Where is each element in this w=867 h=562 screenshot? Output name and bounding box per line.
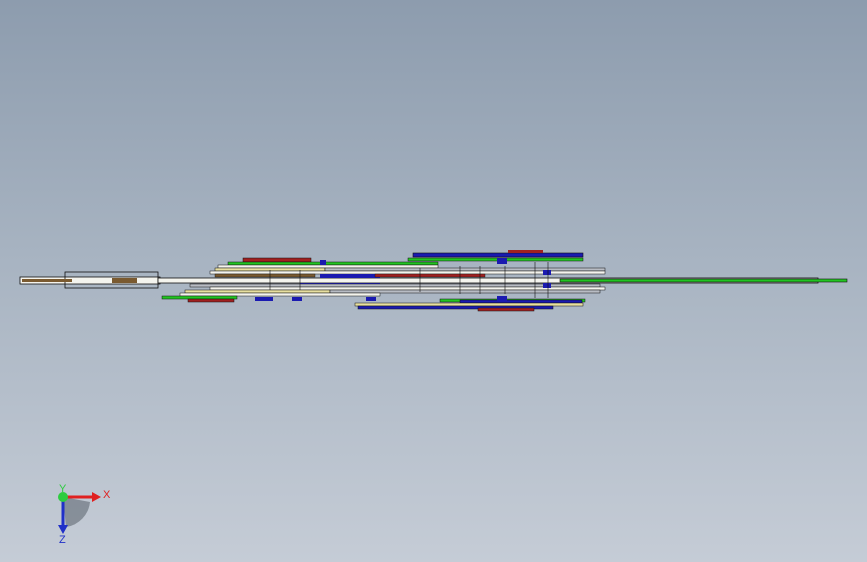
triad-shadow — [63, 497, 90, 527]
axis-triad: X Y Z — [58, 483, 111, 546]
z-axis-arrow — [58, 525, 68, 534]
graphics-viewport[interactable]: X Y Z — [0, 0, 867, 562]
x-axis-label: X — [103, 489, 111, 501]
z-axis-label: Z — [59, 534, 66, 546]
x-axis-arrow — [92, 492, 101, 502]
y-axis-label: Y — [59, 483, 67, 495]
